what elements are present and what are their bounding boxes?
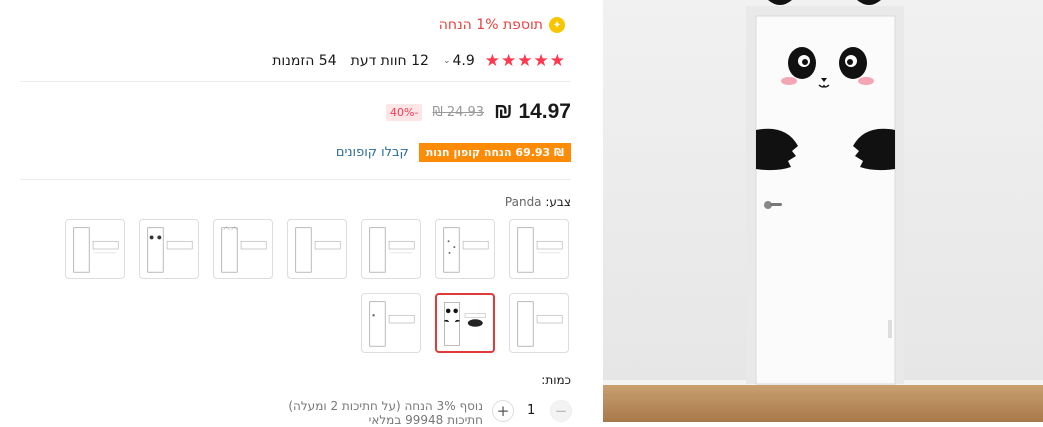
discount-badge: -40% [386, 103, 423, 121]
price-row: 14.97 ₪ 24.93 ₪ -40% [386, 100, 571, 124]
original-price: 24.93 ₪ [432, 104, 485, 120]
product-image[interactable] [603, 0, 1043, 422]
color-selected-value: Panda [504, 195, 542, 209]
divider [20, 81, 571, 82]
discount-note: נוסף 3% הנחה (על חתיכות 2 ומעלה) [288, 399, 483, 413]
quantity-value[interactable]: 1 [527, 403, 535, 418]
get-coupons-link[interactable]: קבלו קופונים [336, 145, 409, 160]
reviews-count[interactable]: 12 חוות דעת [351, 53, 429, 69]
quantity-note: נוסף 3% הנחה (על חתיכות 2 ומעלה) חתיכות … [288, 399, 483, 427]
color-swatch[interactable] [361, 293, 421, 353]
rating-value[interactable]: 4.9 ⌄ [443, 53, 475, 69]
coin-icon: ✦ [549, 17, 565, 33]
rating-stars: ★ ★ ★ ★ ★ [484, 50, 565, 71]
chevron-down-icon: ⌄ [442, 56, 451, 66]
star-icon: ★ [501, 50, 517, 71]
star-icon: ★ [484, 50, 500, 71]
quantity-label: כמות: [541, 373, 571, 387]
current-price: 14.97 ₪ [494, 100, 571, 123]
star-icon: ★ [533, 50, 549, 71]
quantity-decrease-button[interactable]: − [550, 400, 572, 422]
stock-note: חתיכות 99948 במלאי [368, 413, 483, 427]
rating-number: 4.9 [452, 53, 475, 69]
coupon-row: ₪ 69.93 הנחה קופון חנות קבלו קופונים [336, 143, 571, 162]
rating-row: ★ ★ ★ ★ ★ 4.9 ⌄ 12 חוות דעת 54 הזמנות [272, 50, 565, 72]
color-swatch[interactable] [435, 219, 495, 279]
bonus-text: תוספת 1% הנחה [438, 17, 543, 33]
orders-count: 54 הזמנות [272, 53, 337, 69]
store-coupon-tag[interactable]: ₪ 69.93 הנחה קופון חנות [418, 143, 571, 162]
star-icon: ★ [549, 50, 565, 71]
quantity-increase-button[interactable]: + [492, 400, 514, 422]
color-swatch[interactable] [213, 219, 273, 279]
color-swatch[interactable] [509, 219, 569, 279]
bonus-row: ✦ תוספת 1% הנחה [439, 17, 565, 33]
title-cutoff [360, 0, 560, 4]
color-label-text: צבע: [545, 195, 571, 209]
color-swatch[interactable] [287, 219, 347, 279]
color-swatch-selected-panda[interactable] [435, 293, 495, 353]
divider [20, 179, 571, 180]
color-swatch[interactable] [509, 293, 569, 353]
star-icon: ★ [517, 50, 533, 71]
color-swatch[interactable] [139, 219, 199, 279]
color-swatch[interactable] [65, 219, 125, 279]
color-swatch[interactable] [361, 219, 421, 279]
color-label: צבע: Panda [505, 195, 571, 209]
